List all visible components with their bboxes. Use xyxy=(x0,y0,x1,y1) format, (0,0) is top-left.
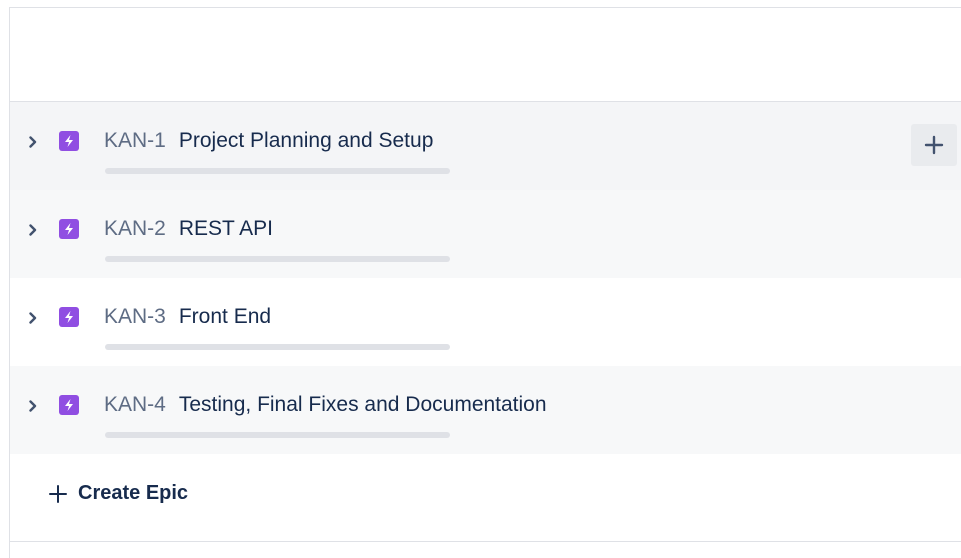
create-epic-button[interactable]: Create Epic xyxy=(48,482,188,505)
plus-icon xyxy=(49,484,67,503)
plus-icon xyxy=(924,135,944,155)
epic-key[interactable]: KAN-3 xyxy=(104,305,166,328)
epic-panel: KAN-1 Project Planning and Setup KAN-2 RES… xyxy=(9,7,961,558)
epic-label: KAN-3 Front End xyxy=(104,303,271,331)
epic-progress-bar xyxy=(105,432,450,438)
epic-label: KAN-1 Project Planning and Setup xyxy=(104,127,433,155)
panel-header xyxy=(10,8,961,102)
epic-key[interactable]: KAN-4 xyxy=(104,393,166,416)
epic-label: KAN-2 REST API xyxy=(104,215,273,243)
epic-progress-bar xyxy=(105,344,450,350)
epic-list: KAN-1 Project Planning and Setup KAN-2 RES… xyxy=(10,102,961,454)
epic-title[interactable]: Project Planning and Setup xyxy=(179,129,434,152)
epic-progress-bar xyxy=(105,168,450,174)
epic-lightning-icon xyxy=(59,131,79,151)
create-epic-label: Create Epic xyxy=(78,482,189,504)
chevron-right-icon[interactable] xyxy=(26,135,40,149)
epic-lightning-icon xyxy=(59,219,79,239)
epic-progress-bar xyxy=(105,256,450,262)
epic-title[interactable]: REST API xyxy=(179,217,273,240)
epic-title[interactable]: Front End xyxy=(179,305,271,328)
epic-row-kan-3[interactable]: KAN-3 Front End xyxy=(10,278,961,366)
epic-key[interactable]: KAN-2 xyxy=(104,217,166,240)
epic-lightning-icon xyxy=(59,307,79,327)
epic-key[interactable]: KAN-1 xyxy=(104,129,166,152)
chevron-right-icon[interactable] xyxy=(26,311,40,325)
epic-row-kan-4[interactable]: KAN-4 Testing, Final Fixes and Documentat… xyxy=(10,366,961,454)
epic-label: KAN-4 Testing, Final Fixes and Documentat… xyxy=(104,391,547,419)
chevron-right-icon[interactable] xyxy=(26,399,40,413)
create-epic-row: Create Epic xyxy=(10,454,961,542)
epic-lightning-icon xyxy=(59,395,79,415)
epic-title[interactable]: Testing, Final Fixes and Documentation xyxy=(179,393,547,416)
chevron-right-icon[interactable] xyxy=(26,223,40,237)
add-child-issue-button[interactable] xyxy=(911,124,957,166)
epic-row-kan-2[interactable]: KAN-2 REST API xyxy=(10,190,961,278)
epic-row-kan-1[interactable]: KAN-1 Project Planning and Setup xyxy=(10,102,961,190)
